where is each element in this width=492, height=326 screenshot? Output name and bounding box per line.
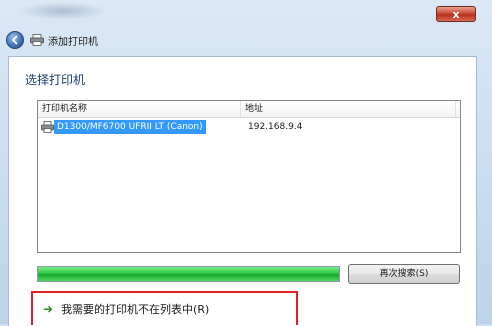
list-header: 打印机名称 地址: [38, 101, 460, 118]
column-header-address[interactable]: 地址: [241, 101, 456, 117]
list-item[interactable]: D1300/MF6700 UFRII LT (Canon) 192.168.9.…: [38, 119, 460, 135]
column-header-printer-name[interactable]: 打印机名称: [38, 101, 241, 117]
back-arrow-icon: [12, 35, 18, 45]
titlebar-blur: [18, 2, 108, 20]
search-again-button[interactable]: 再次搜索(S): [348, 264, 460, 284]
window-frame: x 添加打印机 选择打印机 打印机名称 地址 D1300/MF6700 UFRI…: [0, 0, 492, 326]
printer-name: D1300/MF6700 UFRII LT (Canon): [54, 120, 206, 134]
page-title: 选择打印机: [25, 73, 86, 87]
right-arrow-icon: ➜: [43, 302, 54, 316]
navigation-bar: 添加打印机: [6, 30, 98, 50]
printer-not-listed-link[interactable]: ➜ 我需要的打印机不在列表中(R): [31, 291, 298, 325]
printer-not-listed-label: 我需要的打印机不在列表中(R): [61, 303, 210, 316]
close-button[interactable]: x: [436, 6, 476, 22]
content-panel: 选择打印机 打印机名称 地址 D1300/MF6700 UFRII LT (Ca…: [8, 56, 477, 326]
printer-icon: [30, 34, 44, 46]
progress-fill: [38, 267, 339, 281]
printer-address: 192.168.9.4: [248, 122, 303, 132]
back-button[interactable]: [6, 31, 24, 49]
search-progress-bar: [37, 266, 340, 282]
window-title: 添加打印机: [48, 36, 98, 48]
printer-icon: [41, 121, 54, 133]
printer-list[interactable]: 打印机名称 地址 D1300/MF6700 UFRII LT (Canon) 1…: [37, 100, 461, 253]
